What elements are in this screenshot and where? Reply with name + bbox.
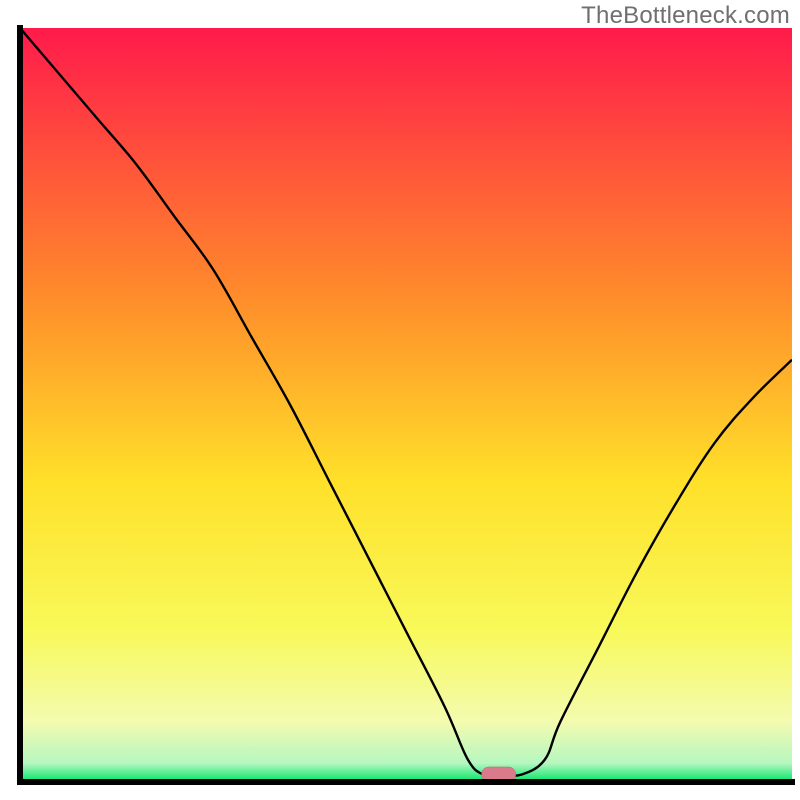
watermark-text: TheBottleneck.com [581,2,790,30]
chart-svg [0,0,800,800]
chart-container: TheBottleneck.com [0,0,800,800]
chart-background [20,28,792,782]
